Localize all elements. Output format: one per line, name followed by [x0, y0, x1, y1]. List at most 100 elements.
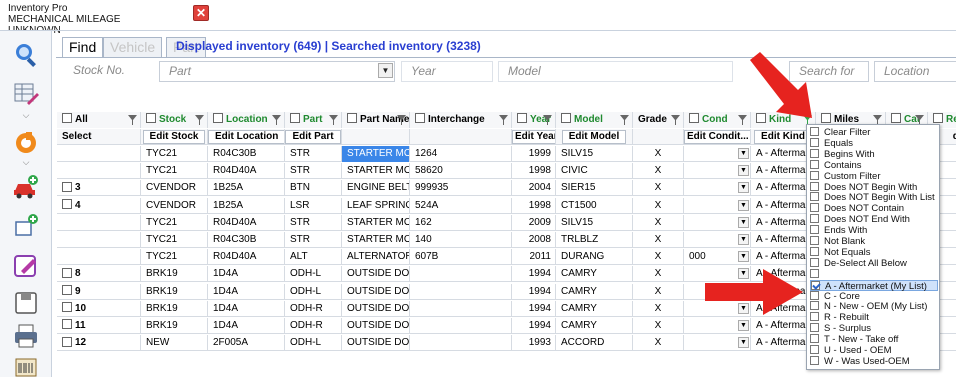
cell-grade[interactable]: X [633, 318, 684, 334]
chevron-down-icon[interactable]: ⌵ [20, 111, 32, 120]
cell-cond[interactable]: 000 ▼ [684, 249, 751, 266]
part-dropdown-button[interactable]: ▼ [378, 63, 393, 78]
filter-menu-item[interactable]: R - Rebuilt [810, 312, 938, 323]
add-part-icon[interactable] [13, 213, 39, 239]
refresh-icon[interactable] [13, 130, 39, 156]
filter-checkbox[interactable] [810, 214, 819, 224]
filter-menu-item[interactable] [810, 268, 938, 280]
filter-checkbox[interactable] [810, 323, 819, 333]
cell-sel[interactable]: 8 [57, 266, 141, 283]
condition-dropdown-button[interactable]: ▼ [738, 182, 749, 194]
filter-menu-item[interactable]: Clear Filter [810, 127, 938, 138]
cell-stock[interactable]: NEW [141, 335, 208, 352]
cell-grade[interactable]: X [633, 180, 684, 197]
edit-location-button[interactable]: Edit Location [208, 130, 284, 144]
filter-checkbox[interactable] [810, 345, 819, 354]
filter-menu-item[interactable]: Not Blank [810, 236, 938, 247]
filter-icon[interactable] [499, 115, 508, 125]
cell-cond[interactable]: ▼ [684, 146, 751, 162]
cell-partname[interactable]: STARTER MOT [342, 163, 410, 180]
cell-stock[interactable]: BRK19 [141, 283, 208, 300]
cell-stock[interactable]: TYC21 [141, 232, 208, 248]
cell-part[interactable]: ODH-L [285, 266, 342, 283]
filter-menu-item[interactable]: W - Was Used-OEM [810, 355, 938, 367]
cell-year[interactable]: 1994 [512, 318, 556, 334]
edit-year-button[interactable]: Edit Year [512, 130, 555, 144]
cell-model[interactable]: CAMRY [556, 266, 633, 283]
cell-partname[interactable]: ENGINE BELT T [342, 180, 410, 197]
cell-interchange[interactable] [410, 300, 512, 317]
filter-checkbox[interactable] [810, 148, 819, 158]
edit-icon[interactable] [13, 253, 39, 279]
filter-checkbox[interactable] [810, 203, 819, 213]
filter-checkbox[interactable] [810, 290, 819, 300]
filter-menu-item[interactable]: Ends With [810, 225, 938, 236]
cell-location[interactable]: 1B25A [208, 180, 285, 197]
filter-menu-item[interactable]: Contains [810, 159, 938, 171]
condition-dropdown-button[interactable]: ▼ [738, 165, 749, 177]
filter-checkbox[interactable] [810, 159, 819, 169]
stock-input[interactable]: Stock No. [64, 61, 154, 82]
condition-dropdown-button[interactable]: ▼ [738, 251, 749, 263]
cell-year[interactable]: 1993 [512, 335, 556, 352]
barcode-label-icon[interactable] [13, 353, 39, 379]
cell-year[interactable]: 2011 [512, 249, 556, 266]
cell-model[interactable]: CAMRY [556, 300, 633, 317]
cell-stock[interactable]: BRK19 [141, 266, 208, 283]
filter-menu-item[interactable]: Begins With [810, 148, 938, 160]
cell-year[interactable]: 1998 [512, 197, 556, 214]
cell-cond[interactable]: ▼ [684, 180, 751, 197]
header-location[interactable]: Location [208, 112, 285, 128]
cell-grade[interactable]: X [633, 300, 684, 317]
filter-checkbox[interactable] [810, 334, 819, 344]
cell-model[interactable]: CT1500 [556, 197, 633, 214]
filter-menu-item[interactable]: Does NOT Begin With List [810, 192, 938, 203]
filter-checkbox[interactable] [810, 257, 819, 267]
cell-partname[interactable]: ALTERNATOR [342, 249, 410, 266]
cell-model[interactable]: SILV15 [556, 146, 633, 162]
filter-menu-item[interactable]: N - New - OEM (My List) [810, 301, 938, 312]
cell-grade[interactable]: X [633, 163, 684, 180]
filter-checkbox[interactable] [810, 312, 819, 322]
filter-checkbox[interactable] [810, 192, 819, 202]
condition-dropdown-button[interactable]: ▼ [738, 148, 749, 159]
cell-location[interactable]: 1D4A [208, 283, 285, 300]
cell-year[interactable]: 1999 [512, 146, 556, 162]
cell-stock[interactable]: BRK19 [141, 318, 208, 334]
filter-checkbox[interactable] [810, 268, 819, 278]
filter-menu-item[interactable]: T - New - Take off [810, 334, 938, 345]
filter-menu-item[interactable]: Does NOT End With [810, 214, 938, 225]
cell-partname[interactable]: OUTSIDE DOOF [342, 283, 410, 300]
cell-model[interactable]: ACCORD [556, 335, 633, 352]
cell-location[interactable]: R04D40A [208, 249, 285, 266]
cell-interchange[interactable]: 1264 [410, 146, 512, 162]
cell-part[interactable]: STR [285, 146, 342, 162]
filter-checkbox[interactable] [811, 280, 820, 290]
cell-cond[interactable]: ▼ [684, 335, 751, 352]
add-vehicle-icon[interactable] [13, 174, 39, 200]
cell-model[interactable]: DURANG [556, 249, 633, 266]
cell-interchange[interactable]: 607B [410, 249, 512, 266]
cell-stock[interactable]: TYC21 [141, 146, 208, 162]
header-interchange[interactable]: Interchange [410, 112, 512, 128]
filter-menu-item[interactable]: De-Select All Below [810, 257, 938, 269]
cell-year[interactable]: 2008 [512, 232, 556, 248]
cell-interchange[interactable] [410, 266, 512, 283]
cell-location[interactable]: R04C30B [208, 146, 285, 162]
cell-sel[interactable] [57, 214, 141, 231]
cell-model[interactable]: CAMRY [556, 318, 633, 334]
cell-grade[interactable]: X [633, 197, 684, 214]
cell-model[interactable]: CIVIC [556, 163, 633, 180]
cell-sel[interactable]: 9 [57, 283, 141, 300]
cell-stock[interactable]: CVENDOR [141, 197, 208, 214]
filter-menu-item[interactable]: Custom Filter [810, 170, 938, 182]
tab-find[interactable]: Find [62, 37, 104, 58]
row-checkbox[interactable] [62, 198, 72, 209]
header-model[interactable]: Model [556, 112, 633, 128]
cell-model[interactable]: SILV15 [556, 214, 633, 231]
filter-icon[interactable] [738, 115, 747, 125]
cell-part[interactable]: LSR [285, 197, 342, 214]
cell-sel[interactable] [57, 249, 141, 266]
filter-menu-item[interactable]: Not Equals [810, 246, 938, 258]
cell-part[interactable]: STR [285, 163, 342, 180]
